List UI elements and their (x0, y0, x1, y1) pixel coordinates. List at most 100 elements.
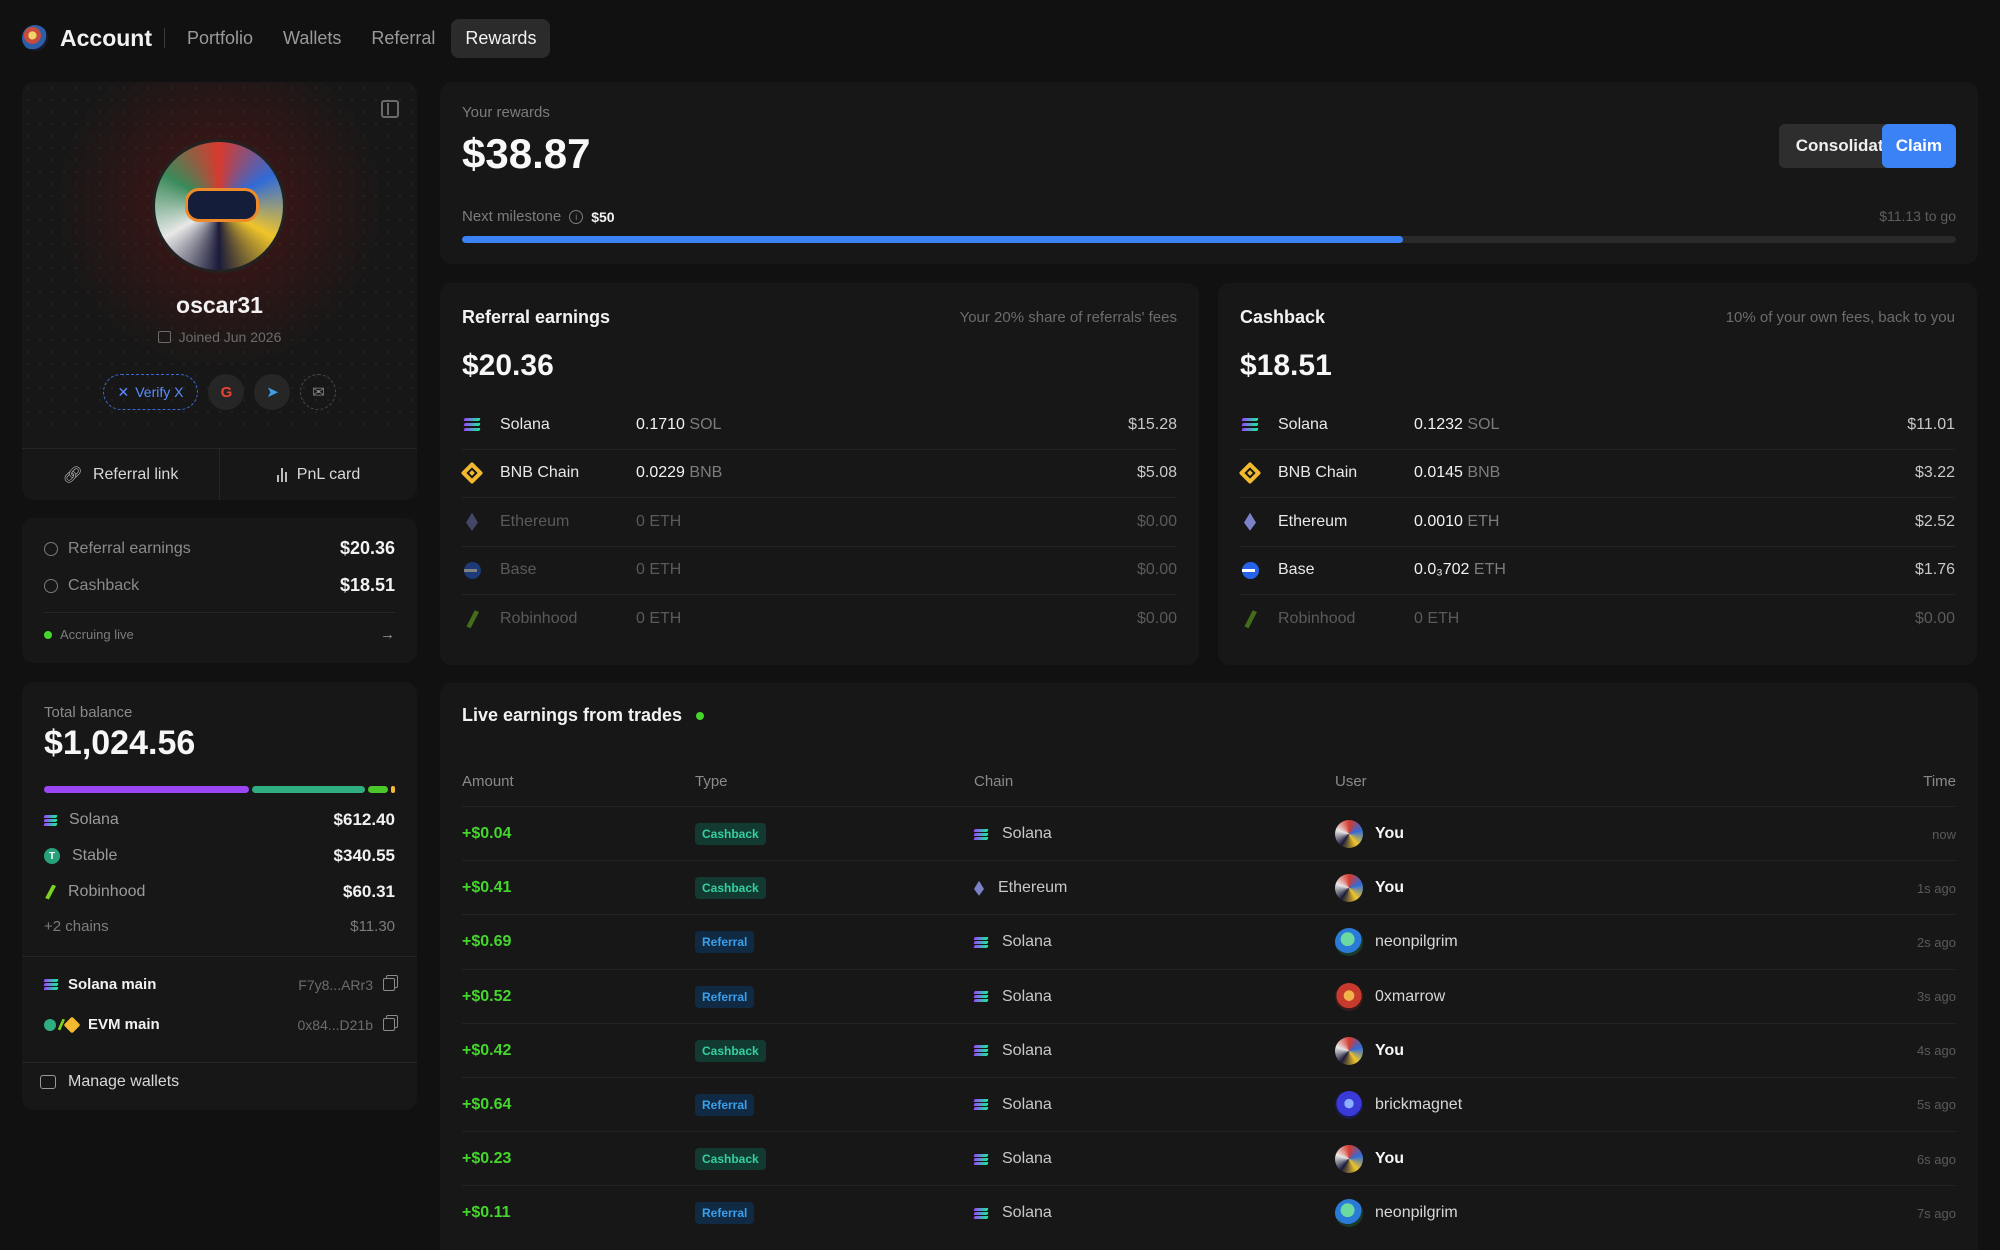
milestone-label: Next milestone (462, 208, 562, 225)
table-header: Amount Type Chain User Time (462, 773, 1956, 797)
token-amount: 0 (636, 512, 645, 530)
table-row[interactable]: +$0.69 Referral Solana neonpilgrim 2s ago (462, 914, 1956, 968)
token-unit: SOL (689, 415, 722, 433)
referral-earnings-card: Referral earnings Your 20% share of refe… (440, 283, 1199, 665)
trade-time: 3s ago (1916, 989, 1956, 1005)
your-rewards-label: Your rewards (462, 104, 550, 121)
table-row[interactable]: +$0.41 Cashback Ethereum You 1s ago (462, 860, 1956, 914)
live-dot-icon (44, 631, 52, 639)
accruing-live-label: Accruing live (60, 627, 134, 642)
google-icon[interactable]: G (208, 374, 245, 410)
solana-icon (973, 936, 989, 948)
trade-amount: +$0.41 (462, 879, 512, 897)
solana-icon (973, 991, 989, 1003)
trade-user[interactable]: 0xmarrow (1335, 970, 1445, 1024)
list-item: Robinhood 0 ETH $0.00 (1240, 595, 1955, 644)
ethereum-icon (974, 880, 984, 896)
table-row[interactable]: +$0.23 Cashback Solana You 6s ago (462, 1131, 1956, 1185)
live-earnings-card: Live earnings from trades Amount Type Ch… (440, 683, 1978, 1250)
copy-icon[interactable] (383, 1018, 395, 1031)
token-unit: BNB (689, 464, 723, 482)
username: oscar31 (176, 292, 263, 318)
earnings-summary-card: Referral earnings $20.36 Cashback $18.51… (22, 518, 417, 663)
token-unit: ETH (649, 512, 682, 530)
token-unit: ETH (1427, 610, 1460, 628)
chain-name: Solana (1002, 1095, 1052, 1113)
balance-chain-row: T Stable $340.55 (44, 846, 395, 866)
column-header-type[interactable]: Type (695, 773, 728, 790)
trade-user[interactable]: neonpilgrim (1335, 1186, 1458, 1240)
trade-time: 1s ago (1916, 880, 1956, 896)
column-header-user[interactable]: User (1335, 773, 1367, 790)
trade-chain: Solana (973, 1132, 1052, 1186)
accruing-live-row[interactable]: Accruing live → (44, 626, 395, 643)
allocation-segment (391, 786, 395, 793)
referral-earnings-description: Your 20% share of referrals' fees (959, 309, 1177, 326)
info-icon[interactable]: i (569, 209, 584, 224)
wallet-address: 0x84...D21b (297, 1016, 374, 1033)
column-header-chain[interactable]: Chain (974, 773, 1013, 790)
referral-earnings-list: Solana 0.1710 SOL $15.28 BNB Chain 0.022… (460, 401, 1177, 644)
table-row[interactable]: +$0.11 Referral Solana neonpilgrim 7s ago (462, 1185, 1956, 1239)
solana-icon (1241, 418, 1259, 432)
trade-user[interactable]: neonpilgrim (1335, 915, 1458, 969)
profile-actions: 🔗︎ Referral link PnL card (22, 448, 417, 500)
solana-icon (973, 1099, 989, 1111)
tab-rewards[interactable]: Rewards (451, 18, 551, 58)
chain-name: Solana (1002, 1204, 1052, 1222)
trade-user[interactable]: You (1335, 807, 1404, 861)
base-icon (1241, 561, 1259, 579)
table-row[interactable]: +$0.64 Referral Solana brickmagnet 5s ago (462, 1076, 1956, 1132)
trade-chain: Ethereum (974, 861, 1067, 915)
wallet-name: Solana main (68, 976, 157, 993)
trade-user[interactable]: You (1335, 861, 1404, 915)
trade-amount: +$0.42 (462, 1041, 512, 1059)
summary-cashback-label: Cashback (68, 576, 140, 594)
usd-value: $15.28 (1128, 415, 1177, 433)
arrow-right-icon[interactable]: → (380, 626, 395, 643)
user-name: You (1375, 1041, 1405, 1059)
column-header-time[interactable]: Time (1923, 773, 1956, 790)
user-name: You (1375, 825, 1405, 842)
copy-icon[interactable] (383, 978, 395, 991)
trade-user[interactable]: brickmagnet (1335, 1078, 1462, 1132)
chain-name: Solana (1002, 825, 1052, 842)
live-earnings-title-text: Live earnings from trades (462, 705, 683, 725)
chain-name: Solana (1002, 933, 1052, 951)
table-row[interactable]: +$0.04 Cashback Solana You now (462, 806, 1956, 860)
trade-amount: +$0.69 (462, 933, 512, 951)
manage-wallets-button[interactable]: Manage wallets (40, 1073, 179, 1091)
type-badge: Referral (695, 1202, 755, 1225)
more-chains-row[interactable]: +2 chains $11.30 (44, 918, 395, 935)
table-row[interactable]: +$0.52 Referral Solana 0xmarrow 3s ago (462, 968, 1956, 1024)
divider (22, 956, 417, 957)
verify-x-button[interactable]: ✕ Verify X (102, 374, 199, 410)
referral-link-button[interactable]: 🔗︎ Referral link (22, 449, 219, 500)
type-badge: Cashback (695, 823, 766, 845)
claim-button[interactable]: Claim (1881, 124, 1956, 168)
trade-user[interactable]: You (1335, 1024, 1404, 1078)
user-name: 0xmarrow (1375, 987, 1446, 1005)
token-unit: ETH (1473, 561, 1506, 579)
column-header-amount[interactable]: Amount (462, 773, 514, 790)
trade-type: Cashback (695, 861, 766, 915)
type-badge: Referral (695, 985, 755, 1008)
tab-portfolio[interactable]: Portfolio (173, 19, 267, 58)
usd-value: $0.00 (1136, 512, 1177, 530)
table-row[interactable]: +$0.42 Cashback Solana You 4s ago (462, 1022, 1956, 1078)
trade-user[interactable]: You (1335, 1132, 1404, 1186)
wallet-row-solana: Solana main F7y8...ARr3 (43, 976, 395, 993)
brand-avatar[interactable] (22, 25, 48, 51)
pnl-card-button[interactable]: PnL card (219, 449, 417, 500)
trade-chain: Solana (973, 915, 1052, 969)
chain-name: Ethereum (998, 879, 1068, 897)
tab-wallets[interactable]: Wallets (269, 19, 355, 58)
tab-referral[interactable]: Referral (357, 19, 449, 58)
page-title: Account (60, 24, 152, 51)
collapse-sidebar-icon[interactable] (381, 100, 399, 118)
avatar (1335, 928, 1363, 957)
token-amount: 0 (1414, 610, 1423, 628)
profile-avatar (155, 142, 283, 270)
telegram-icon[interactable]: ➤ (254, 374, 291, 410)
mail-icon[interactable]: ✉ (300, 374, 337, 410)
